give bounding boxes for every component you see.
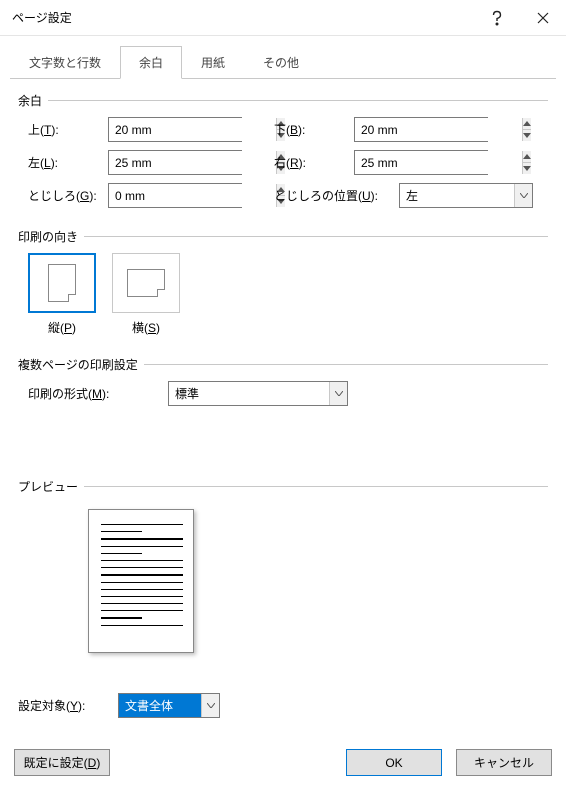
spin-up-icon[interactable] bbox=[523, 118, 531, 129]
gutter-position-select[interactable]: 左 bbox=[399, 183, 533, 208]
gutter-position-value: 左 bbox=[400, 187, 514, 204]
spin-down-icon[interactable] bbox=[523, 162, 531, 174]
tab-paper[interactable]: 用紙 bbox=[182, 46, 244, 79]
tab-margins[interactable]: 余白 bbox=[120, 46, 182, 79]
gutter-input[interactable] bbox=[109, 184, 276, 207]
chevron-down-icon[interactable] bbox=[514, 184, 532, 207]
preview-legend: プレビュー bbox=[18, 478, 84, 495]
spin-down-icon[interactable] bbox=[523, 129, 531, 141]
title-bar: ページ設定 bbox=[0, 0, 566, 36]
multipage-group: 複数ページの印刷設定 印刷の形式(M): 標準 bbox=[18, 356, 548, 414]
ok-button[interactable]: OK bbox=[346, 749, 442, 776]
orientation-group: 印刷の向き 縦(P) 横(S) bbox=[18, 228, 548, 344]
margin-bottom-label: 下(B): bbox=[264, 121, 354, 138]
margin-top-label: 上(T): bbox=[18, 121, 108, 138]
multipage-legend: 複数ページの印刷設定 bbox=[18, 356, 144, 373]
margin-bottom-spinner[interactable] bbox=[354, 117, 488, 142]
chevron-down-icon[interactable] bbox=[201, 694, 219, 717]
apply-to-select[interactable]: 文書全体 bbox=[118, 693, 220, 718]
orientation-portrait[interactable]: 縦(P) bbox=[28, 253, 96, 336]
gutter-label: とじしろ(G): bbox=[18, 187, 108, 204]
orientation-legend: 印刷の向き bbox=[18, 228, 84, 245]
page-preview bbox=[88, 509, 194, 653]
tab-other[interactable]: その他 bbox=[244, 46, 318, 79]
set-default-button[interactable]: 既定に設定(D) bbox=[14, 749, 110, 776]
tab-strip: 文字数と行数 余白 用紙 その他 bbox=[10, 46, 556, 79]
preview-group: プレビュー bbox=[18, 478, 548, 653]
apply-to-value: 文書全体 bbox=[119, 694, 201, 717]
margin-bottom-input[interactable] bbox=[355, 118, 522, 141]
gutter-spinner[interactable] bbox=[108, 183, 242, 208]
cancel-button[interactable]: キャンセル bbox=[456, 749, 552, 776]
window-title: ページ設定 bbox=[12, 9, 474, 26]
margin-top-spinner[interactable] bbox=[108, 117, 242, 142]
spin-up-icon[interactable] bbox=[523, 151, 531, 162]
help-button[interactable] bbox=[474, 0, 520, 36]
margin-left-spinner[interactable] bbox=[108, 150, 242, 175]
margin-left-input[interactable] bbox=[109, 151, 276, 174]
apply-to-label: 設定対象(Y): bbox=[18, 697, 118, 714]
orientation-landscape-label: 横(S) bbox=[112, 319, 180, 336]
dialog-footer: 既定に設定(D) OK キャンセル bbox=[0, 737, 566, 788]
orientation-landscape[interactable]: 横(S) bbox=[112, 253, 180, 336]
margin-right-input[interactable] bbox=[355, 151, 522, 174]
tab-chars-lines[interactable]: 文字数と行数 bbox=[10, 46, 120, 79]
margins-group: 余白 上(T): 下(B): 左(L): 右(R): bbox=[18, 92, 548, 216]
close-button[interactable] bbox=[520, 0, 566, 36]
chevron-down-icon[interactable] bbox=[329, 382, 347, 405]
print-format-select[interactable]: 標準 bbox=[168, 381, 348, 406]
margins-legend: 余白 bbox=[18, 92, 48, 109]
margin-right-label: 右(R): bbox=[264, 154, 354, 171]
margin-left-label: 左(L): bbox=[18, 154, 108, 171]
print-format-label: 印刷の形式(M): bbox=[18, 385, 168, 402]
orientation-portrait-label: 縦(P) bbox=[28, 319, 96, 336]
print-format-value: 標準 bbox=[169, 385, 329, 402]
margin-top-input[interactable] bbox=[109, 118, 276, 141]
margin-right-spinner[interactable] bbox=[354, 150, 488, 175]
gutter-position-label: とじしろの位置(U): bbox=[264, 187, 399, 204]
